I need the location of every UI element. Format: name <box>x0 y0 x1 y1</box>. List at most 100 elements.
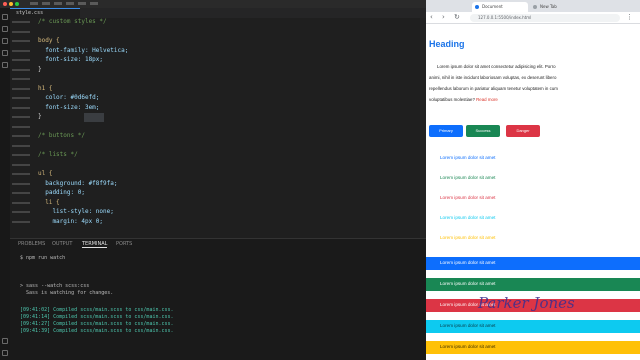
browser-tab-strip: Document New Tab <box>426 0 640 12</box>
tab-terminal[interactable]: TERMINAL <box>82 241 108 248</box>
line-number <box>12 182 30 185</box>
list-item: Lorem ipsum dolor sit amet <box>426 341 640 354</box>
menu-item[interactable] <box>30 2 38 5</box>
reload-icon[interactable]: ↻ <box>454 13 460 22</box>
code-line: /* lists */ <box>38 151 78 158</box>
read-more-link[interactable]: Read more <box>476 97 498 102</box>
code-line: font-size: 18px; <box>38 56 104 63</box>
line-number <box>12 154 30 156</box>
zoom-window-button[interactable] <box>15 2 19 6</box>
line-number <box>12 173 30 175</box>
line-number-gutter <box>10 18 32 238</box>
code-line: h1 { <box>38 84 53 92</box>
source-control-icon[interactable] <box>2 38 8 44</box>
text-selection <box>84 113 104 122</box>
tab-problems[interactable]: PROBLEMS <box>18 241 45 247</box>
window-titlebar <box>0 0 426 8</box>
extensions-icon[interactable] <box>2 62 8 68</box>
line-number <box>12 49 30 52</box>
more-menu-icon[interactable]: ⋮ <box>626 13 633 22</box>
line-number <box>12 144 30 147</box>
menu-item[interactable] <box>42 2 50 5</box>
code-line: body { <box>38 37 60 44</box>
code-line: list-style: none; <box>38 208 114 215</box>
close-window-button[interactable] <box>3 2 7 6</box>
paragraph-text: Lorem ipsum dolor sit amet consectetur a… <box>437 64 556 69</box>
back-icon[interactable]: ‹ <box>430 13 433 22</box>
code-line: /* custom styles */ <box>38 18 107 25</box>
tab-output[interactable]: OUTPUT <box>52 241 72 247</box>
code-line: padding: 0; <box>38 189 85 196</box>
line-number <box>12 220 30 223</box>
button-success[interactable]: Success <box>466 125 500 137</box>
list-item: Lorem ipsum dolor sit amet <box>440 215 496 220</box>
list-item: Lorem ipsum dolor sit amet <box>440 195 496 200</box>
line-number <box>12 192 30 194</box>
line-number <box>12 97 30 99</box>
line-number <box>12 211 30 213</box>
menu-item[interactable] <box>54 2 62 5</box>
list-item: Lorem ipsum dolor sit amet <box>440 175 496 180</box>
favicon-icon <box>533 5 537 9</box>
terminal-line: Sass is watching for changes. <box>20 290 114 296</box>
minimize-window-button[interactable] <box>9 2 13 6</box>
explorer-icon[interactable] <box>2 14 8 20</box>
button-primary[interactable]: Primary <box>429 125 463 137</box>
editor-tab-label: style.css <box>16 10 44 16</box>
panel-tabs: PROBLEMS OUTPUT TERMINAL PORTS <box>10 239 426 249</box>
forward-icon[interactable]: › <box>442 13 445 22</box>
line-number <box>12 201 30 204</box>
button-danger[interactable]: Danger <box>506 125 540 137</box>
browser-tab[interactable]: New Tab <box>530 2 582 12</box>
tab-ports[interactable]: PORTS <box>116 241 132 247</box>
list-item-text: Lorem ipsum dolor sit amet <box>440 281 496 286</box>
line-number <box>12 30 30 33</box>
paragraph-text: repellendus laborum in pariatur aliquam … <box>429 86 558 91</box>
editor-tab[interactable]: style.css <box>10 8 80 18</box>
terminal-line: > sass --watch scss:css <box>20 283 90 289</box>
terminal-line: [09:41:39] Compiled scss/main.scss to cs… <box>20 328 174 334</box>
code-area[interactable]: /* custom styles */ body { font-family: H… <box>32 18 422 238</box>
line-number <box>12 21 30 23</box>
browser-tab-active[interactable]: Document <box>472 2 528 12</box>
code-line: /* buttons */ <box>38 132 85 139</box>
code-line: } <box>38 65 42 73</box>
terminal-line: [09:41:27] Compiled scss/main.scss to cs… <box>20 321 174 327</box>
list-item-text: Lorem ipsum dolor sit amet <box>440 344 496 349</box>
browser-tab-title: New Tab <box>540 4 557 9</box>
editor-tab-strip: style.css <box>10 8 426 18</box>
address-bar[interactable]: 127.0.0.1:5500/index.html <box>470 14 620 22</box>
paragraph-text: animi, nihil in iste incidunt laboriosam… <box>429 75 557 80</box>
list-item: Lorem ipsum dolor sit amet <box>426 257 640 270</box>
account-icon[interactable] <box>2 338 8 344</box>
line-number <box>12 40 30 42</box>
line-number <box>12 59 30 61</box>
bottom-panel: PROBLEMS OUTPUT TERMINAL PORTS $ npm run… <box>10 238 426 360</box>
search-icon[interactable] <box>2 26 8 32</box>
terminal-line: $ npm run watch <box>20 255 66 261</box>
line-number <box>12 68 30 71</box>
code-line: li { <box>38 198 60 206</box>
code-line: color: #0d6efd; <box>38 94 100 101</box>
list-item: Lorem ipsum dolor sit amet <box>440 155 496 160</box>
page-title: Heading <box>429 39 465 49</box>
line-number <box>12 135 30 137</box>
code-line: font-family: Helvetica; <box>38 46 129 54</box>
list-item: Lorem ipsum dolor sit amet <box>426 278 640 291</box>
run-debug-icon[interactable] <box>2 50 8 56</box>
browser-window: Document New Tab ‹ › ↻ 127.0.0.1:5500/in… <box>426 0 640 360</box>
menu-item[interactable] <box>90 2 98 5</box>
line-number <box>12 163 30 166</box>
line-number <box>12 116 30 118</box>
list-item: Lorem ipsum dolor sit amet <box>440 235 496 240</box>
paragraph-line: animi, nihil in iste incidunt laboriosam… <box>429 74 640 82</box>
menu-item[interactable] <box>66 2 74 5</box>
terminal-line: [09:41:02] Compiled scss/main.scss to cs… <box>20 307 174 313</box>
line-number <box>12 106 30 109</box>
paragraph-line: Lorem ipsum dolor sit amet consectetur a… <box>437 63 640 71</box>
gear-icon[interactable] <box>2 350 8 356</box>
code-line: background: #f8f9fa; <box>38 179 118 187</box>
menu-item[interactable] <box>78 2 86 5</box>
line-number <box>12 87 30 90</box>
code-line: } <box>38 113 42 120</box>
